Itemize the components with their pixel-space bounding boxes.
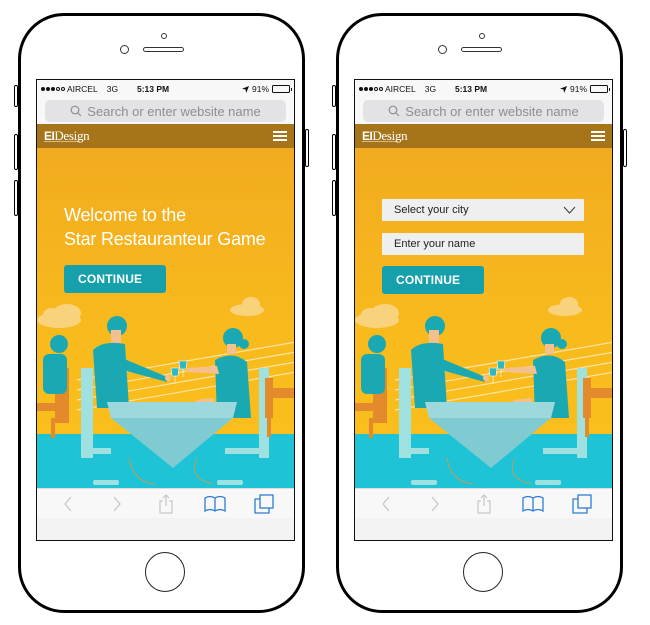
share-icon[interactable] <box>471 493 497 515</box>
bookmarks-icon[interactable] <box>520 493 546 515</box>
forward-icon[interactable] <box>104 493 130 515</box>
cloud-left <box>37 304 81 328</box>
mute-switch <box>332 85 336 107</box>
site-header: EIDesign <box>355 124 612 148</box>
volume-up-button <box>332 134 336 170</box>
cloud-left <box>355 304 399 328</box>
forward-icon[interactable] <box>422 493 448 515</box>
proximity-sensor <box>161 33 167 39</box>
restaurant-illustration <box>37 297 294 488</box>
home-indicator-area <box>37 518 294 540</box>
carrier-name: AIRCEL <box>385 84 416 94</box>
address-bar-placeholder: Search or enter website name <box>405 103 579 119</box>
search-icon <box>388 105 400 117</box>
hero-section: Welcome to the Star Restauranteur Game C… <box>37 148 294 488</box>
name-input[interactable]: Enter your name <box>382 233 584 255</box>
power-button <box>305 129 309 167</box>
battery-icon <box>272 85 292 93</box>
hamburger-icon[interactable] <box>273 131 287 141</box>
tabs-icon[interactable] <box>251 493 277 515</box>
earpiece-speaker <box>143 47 184 52</box>
cloud-right <box>230 297 264 316</box>
screen: AIRCEL 3G 5:13 PM 91% Search or enter we… <box>354 79 613 541</box>
signal-strength-icon <box>41 87 65 91</box>
volume-down-button <box>332 180 336 216</box>
right-table <box>583 378 612 437</box>
cloud-right <box>548 297 582 316</box>
location-arrow-icon <box>241 85 249 93</box>
home-indicator-area <box>355 518 612 540</box>
bookmarks-icon[interactable] <box>202 493 228 515</box>
battery-percent: 91% <box>251 84 269 94</box>
share-icon[interactable] <box>153 493 179 515</box>
battery-icon <box>590 85 610 93</box>
home-button[interactable] <box>145 552 185 592</box>
restaurant-illustration <box>355 297 612 488</box>
browser-toolbar <box>37 488 294 518</box>
clock: 5:13 PM <box>137 84 170 94</box>
phone-frame-left: AIRCEL 3G 5:13 PM 91% Search or enter we… <box>14 13 309 613</box>
network-type: 3G <box>424 84 437 94</box>
front-camera <box>438 45 447 54</box>
back-icon[interactable] <box>55 493 81 515</box>
status-bar: AIRCEL 3G 5:13 PM 91% <box>37 80 294 98</box>
right-table <box>265 378 294 437</box>
hero-section: Select your city Enter your name CONTINU… <box>355 148 612 488</box>
phone-frame-right: AIRCEL 3G 5:13 PM 91% Search or enter we… <box>332 13 627 613</box>
proximity-sensor <box>479 33 485 39</box>
back-icon[interactable] <box>373 493 399 515</box>
carrier-name: AIRCEL <box>67 84 98 94</box>
earpiece-speaker <box>461 47 502 52</box>
man <box>93 316 171 408</box>
signal-strength-icon <box>359 87 383 91</box>
eidesign-logo[interactable]: EIDesign <box>44 128 90 144</box>
welcome-line-2: Star Restauranteur Game <box>64 229 266 249</box>
status-bar: AIRCEL 3G 5:13 PM 91% <box>355 80 612 98</box>
battery-percent: 91% <box>569 84 587 94</box>
left-diner <box>37 335 69 438</box>
network-type: 3G <box>106 84 119 94</box>
browser-toolbar <box>355 488 612 518</box>
address-bar[interactable]: Search or enter website name <box>45 100 286 122</box>
volume-down-button <box>14 180 18 216</box>
site-header: EIDesign <box>37 124 294 148</box>
hamburger-icon[interactable] <box>591 131 605 141</box>
left-diner <box>355 335 387 438</box>
name-input-placeholder: Enter your name <box>394 238 476 250</box>
address-bar-placeholder: Search or enter website name <box>87 103 261 119</box>
volume-up-button <box>14 134 18 170</box>
tabs-icon[interactable] <box>569 493 595 515</box>
mute-switch <box>14 85 18 107</box>
city-select-value: Select your city <box>394 204 469 216</box>
screen: AIRCEL 3G 5:13 PM 91% Search or enter we… <box>36 79 295 541</box>
eidesign-logo[interactable]: EIDesign <box>362 128 408 144</box>
clock: 5:13 PM <box>455 84 488 94</box>
chevron-down-icon <box>563 206 576 214</box>
welcome-heading: Welcome to the Star Restauranteur Game <box>64 203 266 251</box>
search-icon <box>70 105 82 117</box>
front-camera <box>120 45 129 54</box>
city-select[interactable]: Select your city <box>382 199 584 221</box>
location-arrow-icon <box>559 85 567 93</box>
welcome-line-1: Welcome to the <box>64 205 186 225</box>
man <box>411 316 489 408</box>
power-button <box>623 129 627 167</box>
home-button[interactable] <box>463 552 503 592</box>
address-bar[interactable]: Search or enter website name <box>363 100 604 122</box>
